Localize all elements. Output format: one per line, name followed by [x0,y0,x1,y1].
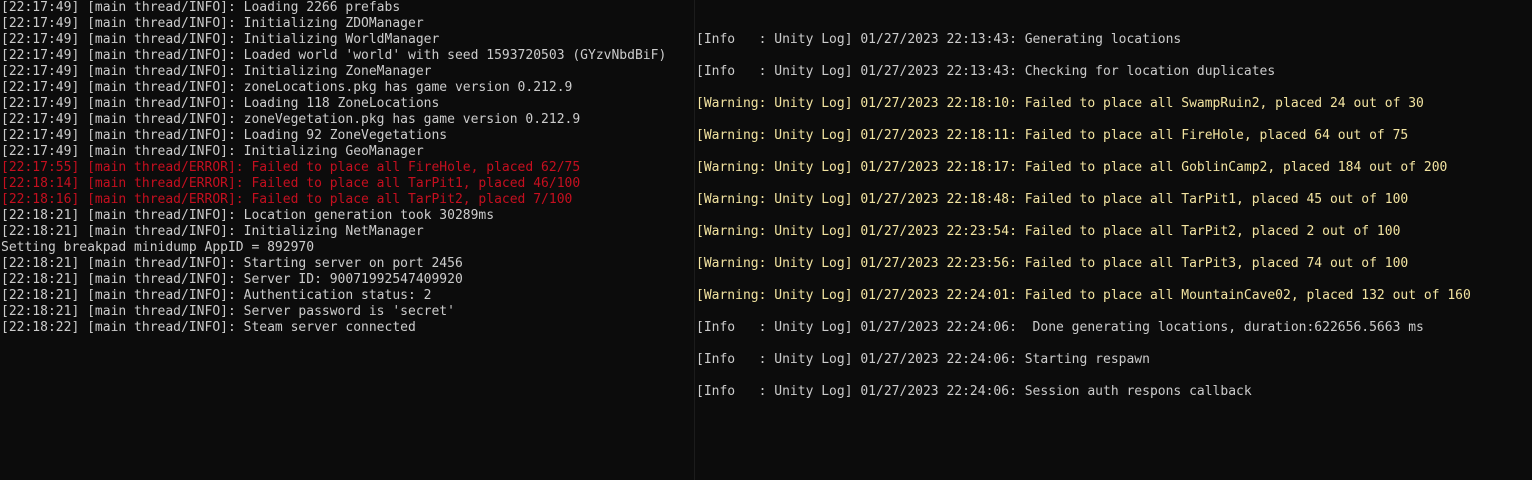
server-log-line-info: [22:17:49] [main thread/INFO]: Initializ… [1,32,440,47]
pane-divider [694,0,695,480]
server-log-line-info: [22:18:21] [main thread/INFO]: Server pa… [1,304,455,319]
server-log-line-info: [22:18:21] [main thread/INFO]: Initializ… [1,224,424,239]
unity-log-line-info: [Info : Unity Log] 01/27/2023 22:24:06: … [696,352,1150,367]
server-log-line-info: Setting breakpad minidump AppID = 892970 [1,240,315,255]
unity-log-line-info: [Info : Unity Log] 01/27/2023 22:13:43: … [696,64,1276,79]
unity-log-line-info: [Info : Unity Log] 01/27/2023 22:24:06: … [696,320,1424,335]
server-log-line-info: [22:18:21] [main thread/INFO]: Location … [1,208,495,223]
unity-log-line-warning: [Warning: Unity Log] 01/27/2023 22:18:10… [696,96,1424,111]
server-log-line-error: [22:18:14] [main thread/ERROR]: Failed t… [1,176,581,191]
unity-log-line-warning: [Warning: Unity Log] 01/27/2023 22:18:11… [696,128,1409,143]
unity-log-line-warning: [Warning: Unity Log] 01/27/2023 22:23:56… [696,256,1409,271]
server-log-line-info: [22:17:49] [main thread/INFO]: zoneLocat… [1,80,573,95]
server-log-line-info: [22:17:49] [main thread/INFO]: Loading 9… [1,128,448,143]
unity-log-line-warning: [Warning: Unity Log] 01/27/2023 22:18:17… [696,160,1448,175]
console-screen: [22:17:49] [main thread/INFO]: Loading 2… [0,0,1532,480]
unity-log-line-warning: [Warning: Unity Log] 01/27/2023 22:23:54… [696,224,1401,239]
server-log-line-info: [22:17:49] [main thread/INFO]: Initializ… [1,16,424,31]
server-log-line-info: [22:17:49] [main thread/INFO]: Loaded wo… [1,48,667,63]
server-log-line-info: [22:17:49] [main thread/INFO]: Loading 1… [1,96,440,111]
server-log-line-info: [22:17:49] [main thread/INFO]: zoneVeget… [1,112,581,127]
unity-log-line-info: [Info : Unity Log] 01/27/2023 22:13:43: … [696,32,1182,47]
unity-log-line-info: [Info : Unity Log] 01/27/2023 22:24:06: … [696,384,1252,399]
server-log-line-error: [22:17:55] [main thread/ERROR]: Failed t… [1,160,581,175]
unity-log-line-warning: [Warning: Unity Log] 01/27/2023 22:24:01… [696,288,1471,303]
server-log-line-error: [22:18:16] [main thread/ERROR]: Failed t… [1,192,573,207]
server-log-line-info: [22:18:21] [main thread/INFO]: Authentic… [1,288,432,303]
server-log-line-info: [22:17:49] [main thread/INFO]: Loading 2… [1,0,401,15]
unity-log-line-warning: [Warning: Unity Log] 01/27/2023 22:18:48… [696,192,1409,207]
server-log-line-info: [22:18:21] [main thread/INFO]: Starting … [1,256,463,271]
unity-log-pane[interactable]: [Info : Unity Log] 01/27/2023 22:13:43: … [696,0,1532,480]
server-log-line-info: [22:17:49] [main thread/INFO]: Initializ… [1,64,432,79]
server-log-line-info: [22:18:21] [main thread/INFO]: Server ID… [1,272,463,287]
server-console-pane[interactable]: [22:17:49] [main thread/INFO]: Loading 2… [0,0,694,480]
server-log-line-info: [22:18:22] [main thread/INFO]: Steam ser… [1,320,416,335]
server-log-line-info: [22:17:49] [main thread/INFO]: Initializ… [1,144,424,159]
